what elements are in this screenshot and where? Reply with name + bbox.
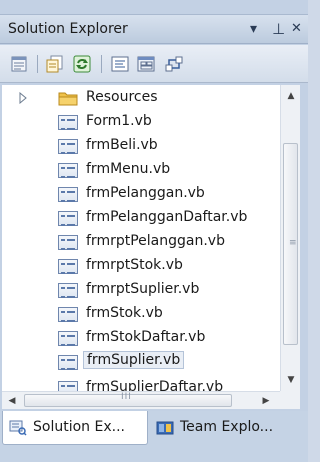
tab-label: Solution Ex... [33, 419, 125, 435]
horizontal-scroll-thumb[interactable]: III [24, 392, 232, 407]
tree-item-partial[interactable]: frmSuplierDaftar.vb [2, 376, 280, 391]
close-icon[interactable]: ✕ [291, 20, 302, 38]
tree-item[interactable]: frmrptStok.vb [2, 254, 280, 278]
tab-team-explorer[interactable]: Team Explo... [150, 411, 306, 445]
view-designer-icon[interactable] [136, 54, 156, 74]
panel-title-bar[interactable]: Solution Explorer ▾ ⊥ ✕ [0, 14, 308, 44]
vb-form-file-icon [58, 163, 78, 178]
tree-item[interactable]: frmPelanggan.vb [2, 182, 280, 206]
vb-form-file-icon [58, 307, 78, 322]
scrollbar-corner [280, 391, 300, 409]
toolbar-separator [101, 55, 102, 73]
tree-item-label: frmrptStok.vb [86, 257, 183, 273]
tree-item[interactable]: frmrptSuplier.vb [2, 278, 280, 302]
tree-item-label: frmMenu.vb [86, 161, 171, 177]
solution-explorer-panel: Solution Explorer ▾ ⊥ ✕ Resources Form1.… [0, 0, 308, 462]
vb-form-file-icon [58, 381, 78, 391]
solution-explorer-icon [9, 420, 27, 436]
scroll-up-arrow-icon[interactable]: ▲ [281, 87, 301, 105]
auto-hide-pin-icon[interactable]: ⊥ [272, 20, 285, 38]
tree-item[interactable]: frmStokDaftar.vb [2, 326, 280, 350]
scroll-down-arrow-icon[interactable]: ▼ [281, 371, 301, 389]
tree-item[interactable]: frmStok.vb [2, 302, 280, 326]
show-all-files-icon[interactable] [45, 54, 65, 74]
solution-tree[interactable]: Resources Form1.vb frmBeli.vb frmMenu.vb… [2, 85, 280, 391]
scroll-grip-icon: III [121, 392, 132, 402]
horizontal-scrollbar[interactable]: ◀ III ▶ [2, 391, 280, 409]
vb-form-file-icon [58, 139, 78, 154]
scroll-grip-icon: ≡ [289, 238, 297, 248]
tree-item-label: frmStok.vb [86, 305, 163, 321]
tab-label: Team Explo... [180, 419, 274, 435]
team-explorer-icon [156, 420, 174, 436]
properties-icon[interactable] [10, 54, 30, 74]
panel-toolbar [0, 45, 308, 83]
tree-item-label: frmrptSuplier.vb [86, 281, 200, 297]
tree-item[interactable]: frmrptPelanggan.vb [2, 230, 280, 254]
tree-item[interactable]: Form1.vb [2, 110, 280, 134]
class-diagram-icon[interactable] [164, 54, 184, 74]
tree-item-label: Resources [86, 89, 158, 105]
vb-form-file-icon [58, 331, 78, 346]
tree-item-label: Form1.vb [86, 113, 152, 129]
refresh-icon[interactable] [72, 54, 92, 74]
panel-title: Solution Explorer [8, 21, 128, 37]
tab-solution-explorer[interactable]: Solution Ex... [2, 411, 148, 445]
tree-item[interactable]: frmBeli.vb [2, 134, 280, 158]
tree-item[interactable]: frmMenu.vb [2, 158, 280, 182]
vb-form-file-icon [58, 235, 78, 250]
expand-arrow-icon[interactable] [18, 91, 28, 105]
tree-item[interactable]: frmPelangganDaftar.vb [2, 206, 280, 230]
tree-item-label: frmBeli.vb [86, 137, 158, 153]
scroll-right-arrow-icon[interactable]: ▶ [258, 392, 274, 410]
vb-form-file-icon [58, 355, 78, 370]
vb-form-file-icon [58, 259, 78, 274]
folder-icon [58, 91, 78, 106]
vb-form-file-icon [58, 187, 78, 202]
vb-form-file-icon [58, 211, 78, 226]
vb-form-file-icon [58, 283, 78, 298]
toolbar-separator [37, 55, 38, 73]
window-position-dropdown-icon[interactable]: ▾ [250, 20, 257, 38]
vertical-scroll-thumb[interactable]: ≡ [283, 143, 298, 345]
tree-item-label: frmSuplier.vb [83, 351, 185, 369]
tree-item-label: frmPelangganDaftar.vb [86, 209, 248, 225]
tree-item-selected[interactable]: frmSuplier.vb [2, 350, 280, 374]
tool-window-tab-strip: Solution Ex... Team Explo... [0, 411, 308, 462]
vertical-scrollbar[interactable]: ▲ ≡ ▼ [280, 85, 300, 391]
tree-item-label: frmPelanggan.vb [86, 185, 205, 201]
tree-item-resources-folder[interactable]: Resources [2, 86, 280, 110]
vb-form-file-icon [58, 115, 78, 130]
view-code-icon[interactable] [110, 54, 130, 74]
tree-item-label: frmStokDaftar.vb [86, 329, 206, 345]
scroll-left-arrow-icon[interactable]: ◀ [4, 392, 20, 410]
tree-item-label: frmSuplierDaftar.vb [86, 379, 224, 391]
tree-item-label: frmrptPelanggan.vb [86, 233, 225, 249]
